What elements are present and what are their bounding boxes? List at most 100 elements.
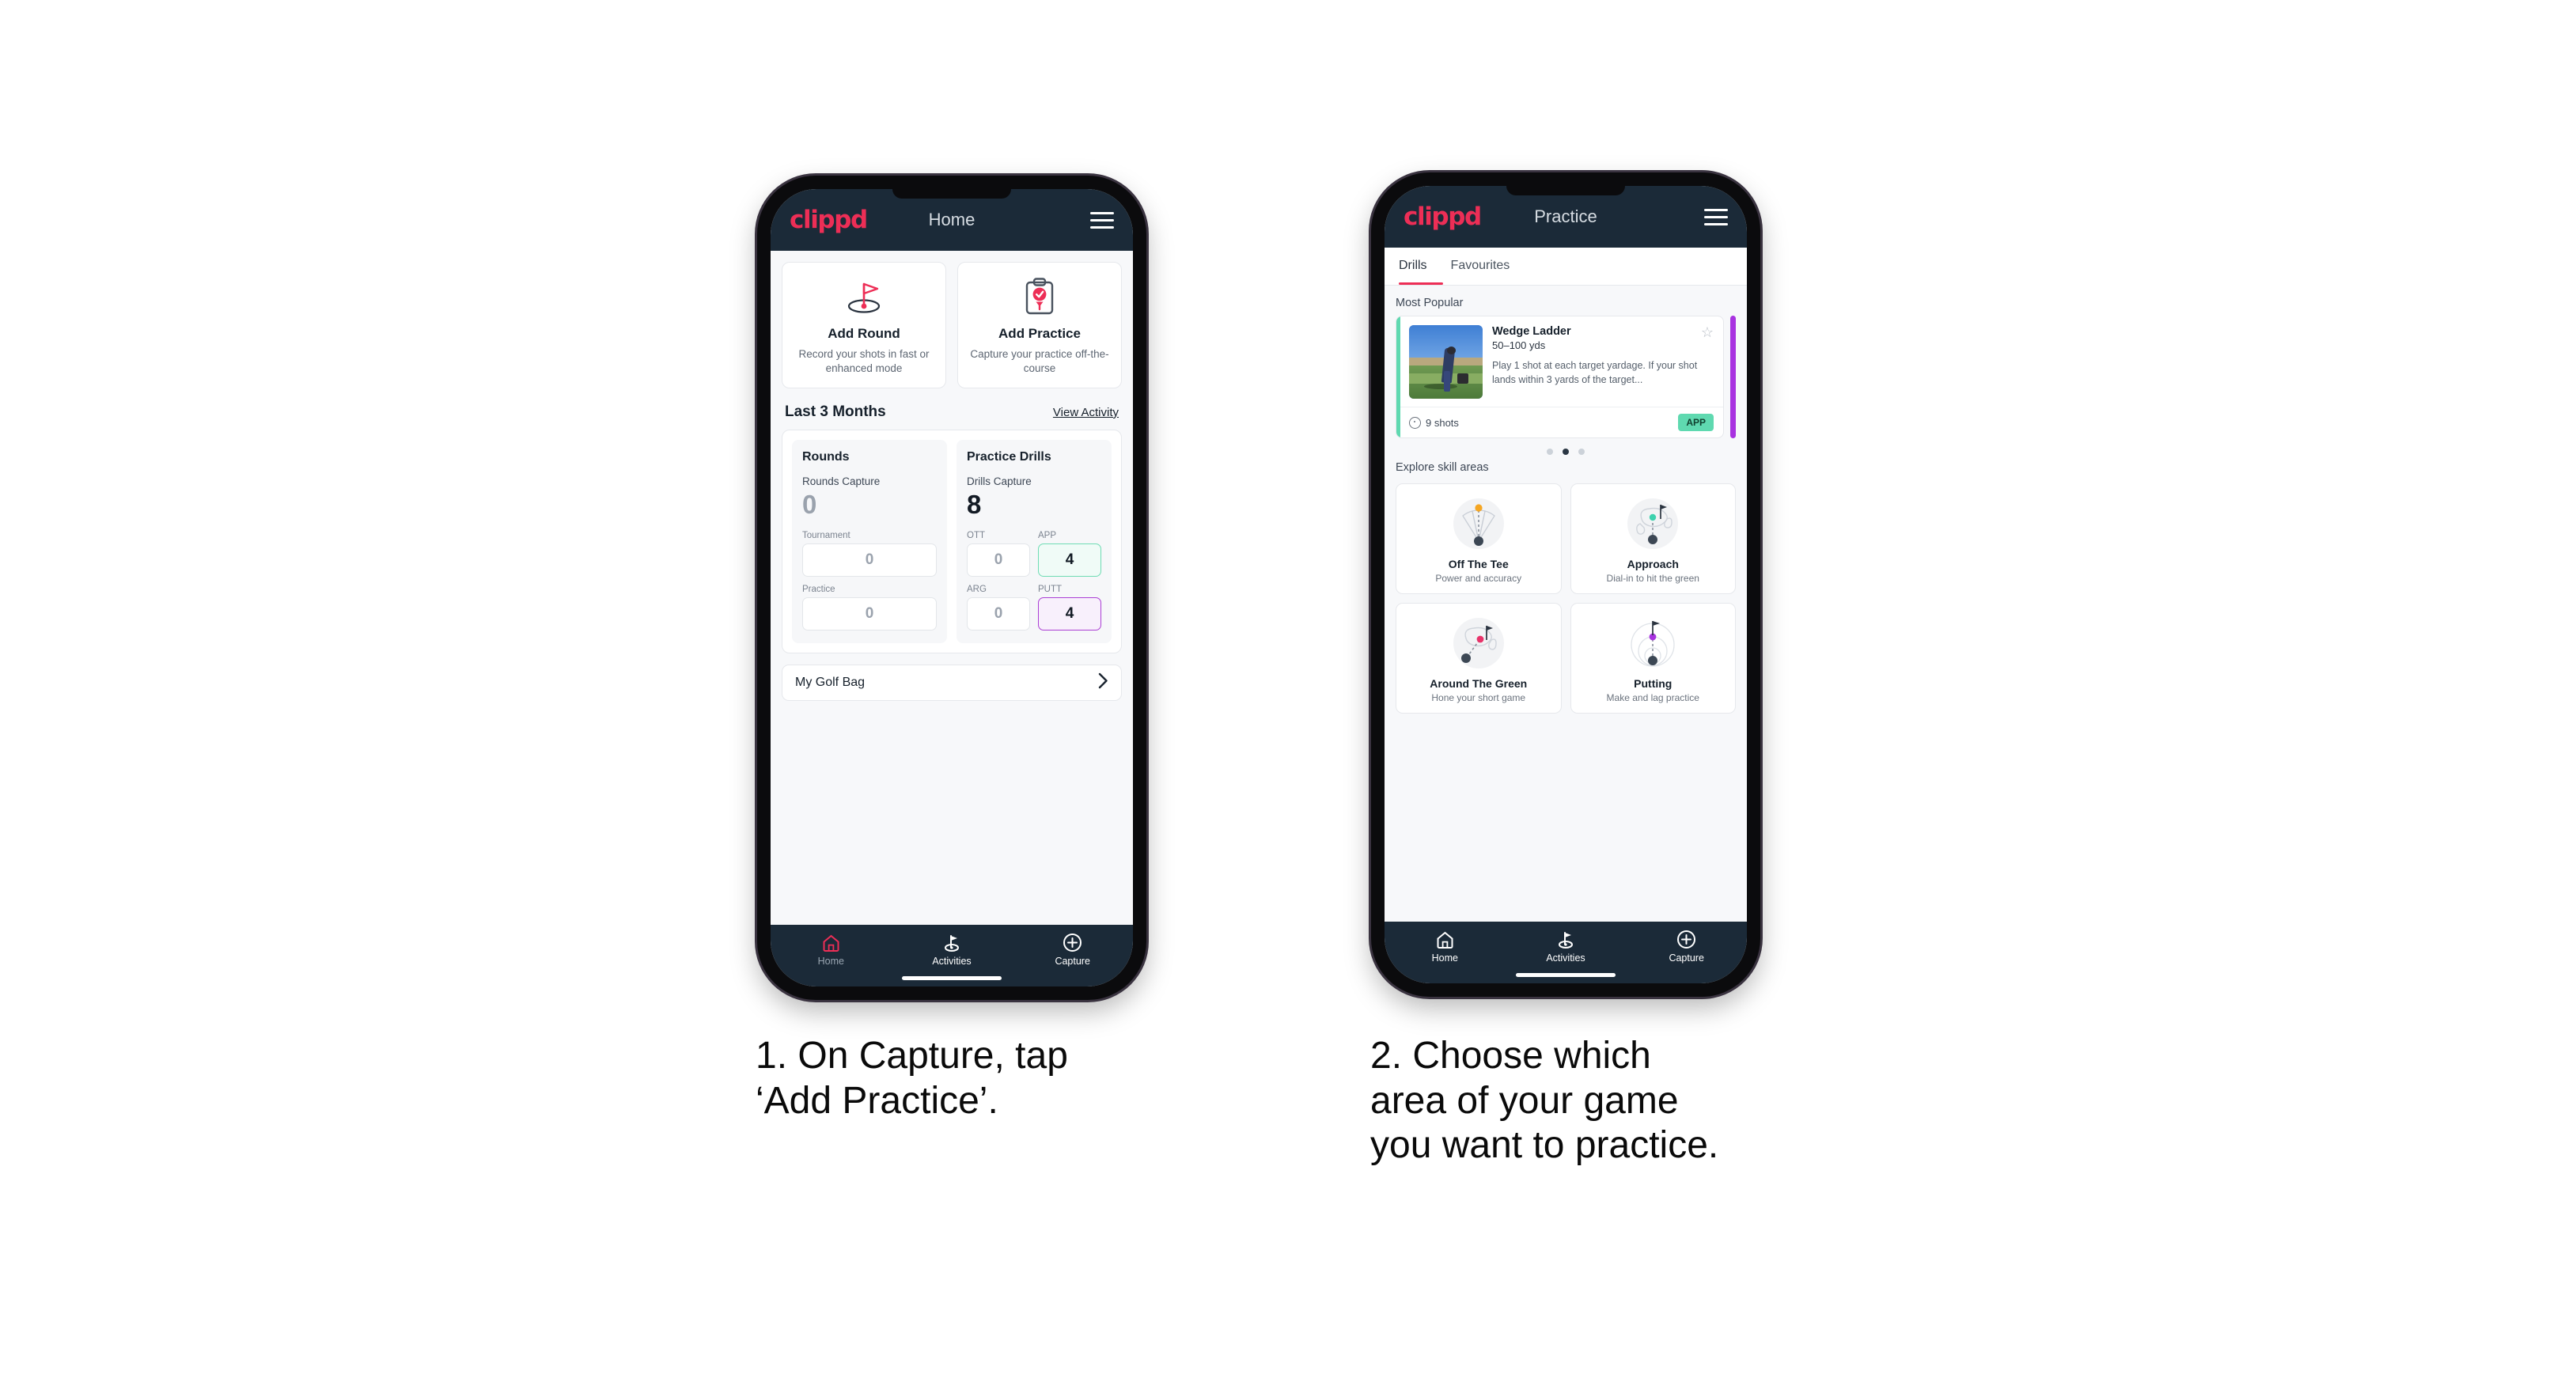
drill-stats-row-1: OTT 0 APP 4 [967, 531, 1101, 578]
drill-card-wedge-ladder[interactable]: Wedge Ladder 50–100 yds ☆ Play 1 shot at… [1396, 316, 1724, 438]
rounds-capture-label: Rounds Capture [802, 475, 881, 487]
practice-value[interactable]: 0 [802, 597, 937, 631]
skill-card-around-the-green[interactable]: Around The Green Hone your short game [1396, 603, 1562, 714]
arg-value[interactable]: 0 [967, 597, 1030, 631]
plus-circle-icon [1626, 929, 1747, 950]
add-practice-title: Add Practice [998, 326, 1081, 341]
add-round-title: Add Round [828, 326, 900, 341]
nav-label-home: Home [1431, 952, 1458, 964]
nav-label-activities: Activities [932, 956, 972, 967]
tournament-stat: Tournament 0 [802, 531, 937, 578]
tab-active-underline [1399, 282, 1443, 285]
arg-label: ARG [967, 585, 987, 595]
rounds-column: Rounds Rounds Capture 0 Tournament 0 Pra… [792, 439, 947, 644]
skill-desc-off-the-tee: Power and accuracy [1435, 573, 1522, 584]
nav-label-activities: Activities [1546, 952, 1585, 964]
skill-desc-putting: Make and lag practice [1606, 692, 1699, 703]
drill-footer: 9 shots APP [1396, 407, 1723, 437]
carousel-dot-1[interactable] [1547, 449, 1553, 455]
practice-stat: Practice 0 [802, 585, 937, 631]
nav-label-home: Home [817, 956, 844, 967]
bottom-nav-home: Home Activities Capture [771, 925, 1133, 986]
skill-desc-approach: Dial-in to hit the green [1606, 573, 1699, 584]
golf-flag-icon [892, 932, 1013, 953]
clippd-logo[interactable]: clippd [1404, 204, 1482, 229]
drill-category-badge: APP [1678, 414, 1714, 431]
star-outline-icon[interactable]: ☆ [1701, 325, 1714, 339]
around-the-green-icon [1401, 612, 1556, 674]
nav-item-activities[interactable]: Activities [892, 932, 1013, 967]
drill-card-next-peek[interactable] [1730, 316, 1736, 438]
home-icon [771, 932, 892, 953]
drills-capture-label: Drills Capture [967, 475, 1032, 487]
my-golf-bag-label: My Golf Bag [795, 676, 866, 690]
practice-tabs: Drills Favourites [1385, 248, 1747, 286]
golf-flag-icon [1506, 929, 1627, 950]
skill-card-off-the-tee[interactable]: Off The Tee Power and accuracy [1396, 483, 1562, 594]
clipboard-check-icon [964, 275, 1115, 318]
stats-card: Rounds Rounds Capture 0 Tournament 0 Pra… [782, 429, 1122, 654]
tab-drills[interactable]: Drills [1399, 259, 1427, 275]
drill-shots-label: 9 shots [1426, 416, 1459, 429]
putt-stat: PUTT 4 [1038, 585, 1101, 631]
carousel-dot-2[interactable] [1563, 449, 1569, 455]
putt-value[interactable]: 4 [1038, 597, 1101, 631]
ott-value[interactable]: 0 [967, 543, 1030, 578]
phone-mockup-home: clippd Home Add Round Record your shots … [757, 176, 1146, 1000]
tab-favourites[interactable]: Favourites [1451, 259, 1510, 275]
drill-accent-bar [1396, 316, 1400, 437]
skill-title-off-the-tee: Off The Tee [1448, 558, 1509, 570]
section-title: Last 3 Months [785, 403, 886, 420]
app-stat: APP 4 [1038, 531, 1101, 578]
drills-capture-value: 8 [967, 489, 982, 519]
quick-actions-row: Add Round Record your shots in fast or e… [782, 262, 1122, 388]
arg-stat: ARG 0 [967, 585, 1030, 631]
drills-heading: Practice Drills [967, 449, 1051, 464]
view-activity-link[interactable]: View Activity [1053, 406, 1119, 419]
plus-circle-icon [1012, 932, 1133, 953]
skill-card-approach[interactable]: Approach Dial-in to hit the green [1570, 483, 1736, 594]
hamburger-icon[interactable] [1704, 208, 1728, 225]
most-popular-label: Most Popular [1396, 297, 1464, 309]
rounds-capture-value: 0 [802, 489, 817, 519]
home-indicator [902, 976, 1002, 980]
tournament-value[interactable]: 0 [802, 543, 937, 578]
nav-item-activities[interactable]: Activities [1506, 929, 1627, 964]
phone-screen-practice: clippd Practice Drills Favourites Most P… [1385, 186, 1747, 983]
putting-icon [1576, 612, 1731, 674]
nav-item-capture[interactable]: Capture [1626, 929, 1747, 964]
drill-title-row: Wedge Ladder 50–100 yds ☆ [1492, 325, 1714, 351]
nav-item-capture[interactable]: Capture [1012, 932, 1133, 967]
skill-desc-around-the-green: Hone your short game [1431, 692, 1526, 703]
phone-notch [892, 189, 1011, 199]
phone-mockup-practice: clippd Practice Drills Favourites Most P… [1371, 172, 1760, 997]
caption-step-1: 1. On Capture, tap ‘Add Practice’. [756, 1035, 1068, 1122]
nav-label-capture: Capture [1055, 956, 1090, 967]
golf-flag-icon [789, 275, 939, 318]
approach-icon [1576, 493, 1731, 555]
caption-step-2: 2. Choose which area of your game you wa… [1370, 1035, 1719, 1167]
skill-title-putting: Putting [1634, 677, 1673, 690]
app-value[interactable]: 4 [1038, 543, 1101, 578]
skill-card-putting[interactable]: Putting Make and lag practice [1570, 603, 1736, 714]
add-round-card[interactable]: Add Round Record your shots in fast or e… [782, 262, 946, 388]
home-icon [1385, 929, 1506, 950]
my-golf-bag-row[interactable]: My Golf Bag [782, 665, 1122, 702]
nav-item-home[interactable]: Home [1385, 929, 1506, 964]
home-indicator [1516, 973, 1616, 977]
chevron-right-icon [1098, 672, 1108, 693]
clock-icon [1409, 416, 1421, 429]
drill-main: Wedge Ladder 50–100 yds ☆ Play 1 shot at… [1396, 316, 1723, 407]
carousel-dots [1396, 438, 1736, 458]
drill-info: Wedge Ladder 50–100 yds ☆ Play 1 shot at… [1492, 325, 1714, 399]
drill-stats-row-2: ARG 0 PUTT 4 [967, 585, 1101, 631]
practice-label: Practice [802, 585, 835, 595]
putt-label: PUTT [1038, 585, 1063, 595]
app-label: APP [1038, 531, 1057, 541]
drill-yardage: 50–100 yds [1492, 339, 1546, 351]
nav-item-home[interactable]: Home [771, 932, 892, 967]
add-practice-card[interactable]: Add Practice Capture your practice off-t… [957, 262, 1122, 388]
carousel-dot-3[interactable] [1578, 449, 1585, 455]
clippd-logo[interactable]: clippd [790, 207, 868, 233]
hamburger-icon[interactable] [1090, 211, 1114, 229]
